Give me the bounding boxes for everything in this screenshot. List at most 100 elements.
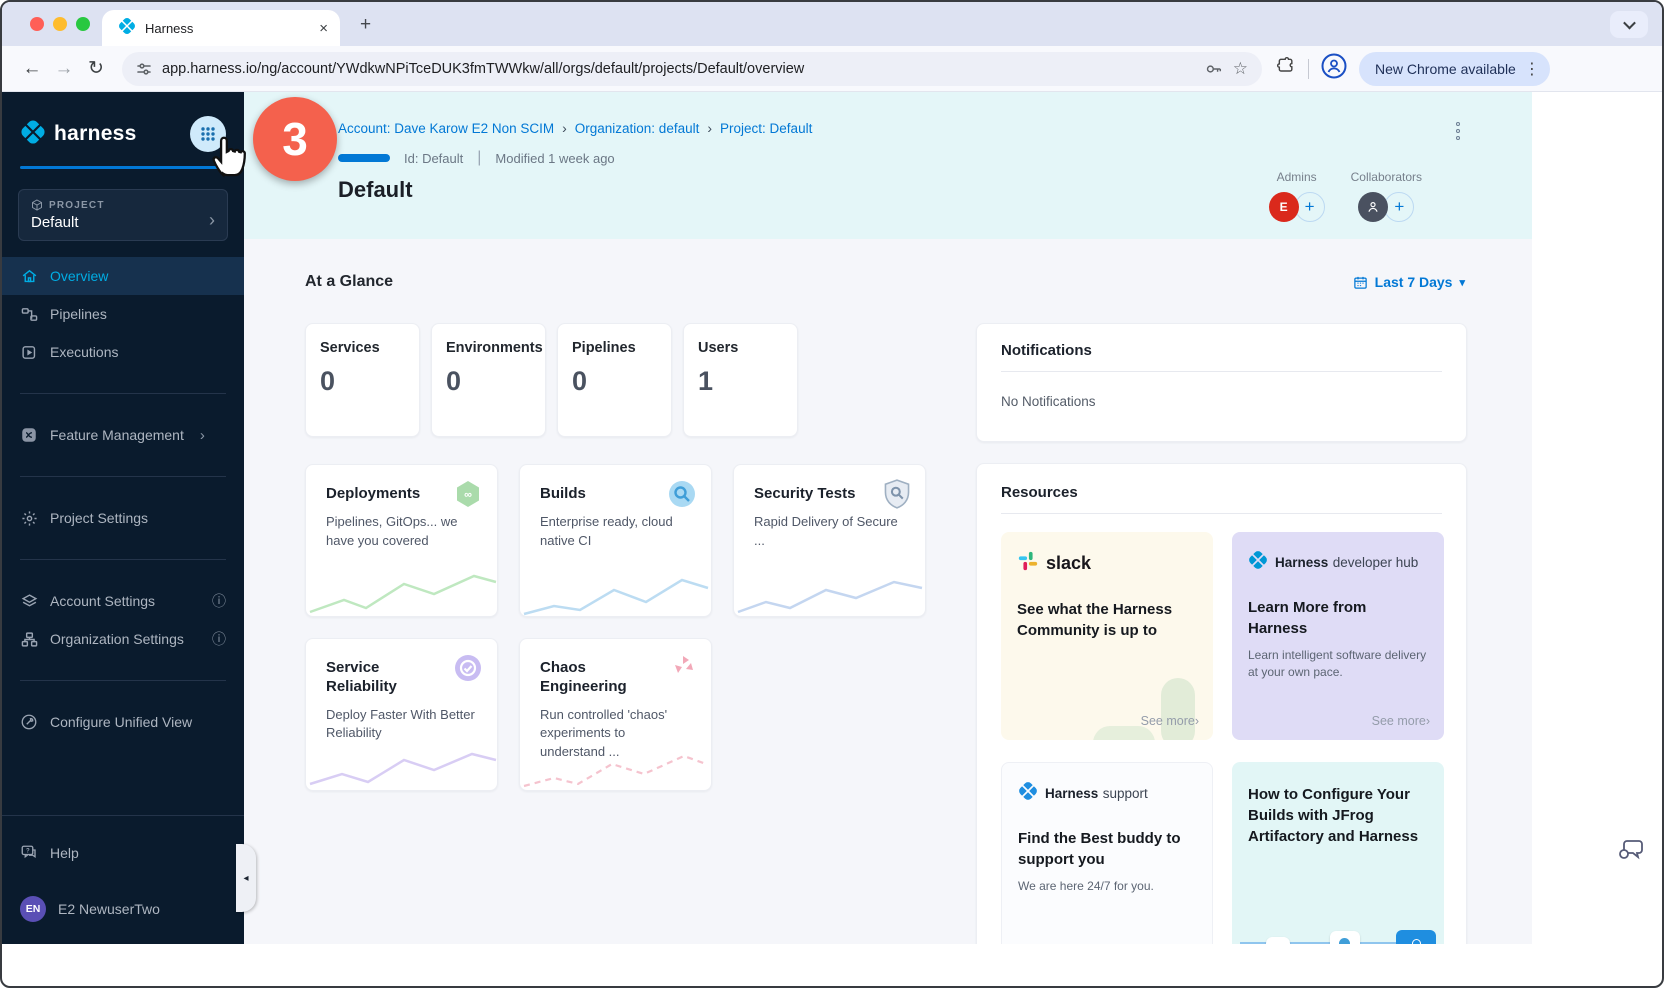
stat-value: 0 xyxy=(572,366,657,397)
admins-group: Admins E + xyxy=(1269,170,1325,222)
svg-text:∞: ∞ xyxy=(464,489,472,501)
add-collaborator-button[interactable]: + xyxy=(1384,192,1414,222)
minimize-window-button[interactable] xyxy=(53,17,67,31)
harness-logo-icon xyxy=(20,119,46,150)
url-bar[interactable]: app.harness.io/ng/account/YWdkwNPiTceDUK… xyxy=(122,52,1262,86)
sidebar-item-help[interactable]: ? Help xyxy=(2,834,244,872)
close-window-button[interactable] xyxy=(30,17,44,31)
header-options-menu-icon[interactable] xyxy=(1456,122,1460,140)
admin-avatar[interactable]: E xyxy=(1269,192,1299,222)
site-settings-icon[interactable] xyxy=(136,61,152,77)
module-card-deployments[interactable]: Deployments Pipelines, GitOps... we have… xyxy=(305,464,498,617)
browser-toolbar: ← → ↻ app.harness.io/ng/account/YWdkwNPi… xyxy=(2,46,1662,92)
info-icon[interactable]: ⓘ xyxy=(212,629,226,649)
extensions-puzzle-icon[interactable] xyxy=(1276,56,1296,81)
new-tab-button[interactable]: + xyxy=(360,14,371,36)
help-chat-icon: ? xyxy=(20,844,38,862)
sidebar-item-label: Help xyxy=(50,845,79,861)
breadcrumb-project-link[interactable]: Project: Default xyxy=(720,121,812,136)
service-reliability-icon xyxy=(453,653,483,688)
stat-value: 0 xyxy=(446,366,531,397)
stat-value: 0 xyxy=(320,366,405,397)
zoom-window-button[interactable] xyxy=(76,17,90,31)
sidebar-item-executions[interactable]: Executions xyxy=(2,333,244,371)
module-card-service-reliability[interactable]: Service Reliability Deploy Faster With B… xyxy=(305,638,498,791)
chrome-menu-icon[interactable]: ⋮ xyxy=(1524,59,1540,79)
module-title: Security Tests xyxy=(754,485,874,504)
sidebar-item-label: Executions xyxy=(50,344,118,360)
resource-heading: Learn More from Harness xyxy=(1248,597,1428,639)
harness-logo-text: harness xyxy=(54,122,182,146)
sidebar-item-feature-management[interactable]: Feature Management › xyxy=(2,416,244,454)
resource-card-slack[interactable]: slack See what the Harness Community is … xyxy=(1001,532,1213,740)
chat-support-icon[interactable] xyxy=(1618,837,1644,866)
slack-watermark xyxy=(1161,678,1195,740)
url-text[interactable]: app.harness.io/ng/account/YWdkwNPiTceDUK… xyxy=(162,61,1195,77)
profile-icon[interactable] xyxy=(1321,53,1347,84)
date-range-dropdown[interactable]: Last 7 Days ▾ xyxy=(1353,274,1465,290)
module-desc: Deploy Faster With Better Reliability xyxy=(326,706,476,744)
module-desc: Enterprise ready, cloud native CI xyxy=(540,513,690,551)
back-button[interactable]: ← xyxy=(16,53,48,85)
browser-window: Harness × + ← → ↻ app.harness.io/ng/acco… xyxy=(0,0,1664,988)
resource-card-jfrog[interactable]: How to Configure Your Builds with JFrog … xyxy=(1232,762,1444,944)
sidebar-item-organization-settings[interactable]: Organization Settings ⓘ xyxy=(2,620,244,658)
tab-strip: Harness × + xyxy=(2,2,1662,46)
project-id-label: Id: Default xyxy=(404,151,463,166)
main-area: Account: Dave Karow E2 Non SCIM › Organi… xyxy=(244,92,1662,944)
project-selector[interactable]: PROJECT Default › xyxy=(18,189,228,241)
devhub-brand-rest: developer hub xyxy=(1333,555,1419,570)
cube-icon xyxy=(31,199,43,211)
stat-card-users[interactable]: Users 1 xyxy=(683,323,798,437)
toolbar-right: New Chrome available ⋮ xyxy=(1276,52,1550,86)
wrench-circle-icon xyxy=(20,713,38,731)
chrome-update-button[interactable]: New Chrome available ⋮ xyxy=(1359,52,1550,86)
breadcrumb-account-link[interactable]: Account: Dave Karow E2 Non SCIM xyxy=(338,121,554,136)
resource-heading: See what the Harness Community is up to xyxy=(1017,599,1197,641)
add-admin-button[interactable]: + xyxy=(1295,192,1325,222)
stat-label: Users xyxy=(698,340,783,356)
resource-card-support[interactable]: Harness support Find the Best buddy to s… xyxy=(1001,762,1213,944)
hand-cursor-icon xyxy=(206,130,252,185)
tab-search-button[interactable] xyxy=(1610,11,1648,38)
notifications-title: Notifications xyxy=(1001,342,1442,359)
info-icon[interactable]: ⓘ xyxy=(212,591,226,611)
bookmark-star-icon[interactable]: ☆ xyxy=(1233,59,1248,79)
breadcrumb-organization-link[interactable]: Organization: default xyxy=(575,121,700,136)
resource-desc: We are here 24/7 for you. xyxy=(1018,878,1196,895)
project-kicker-label: PROJECT xyxy=(49,200,105,211)
chrome-update-label: New Chrome available xyxy=(1375,61,1516,77)
sidebar-item-project-settings[interactable]: Project Settings xyxy=(2,499,244,537)
resource-card-developer-hub[interactable]: Harness developer hub Learn More from Ha… xyxy=(1232,532,1444,740)
sidebar-collapse-handle[interactable]: ◂ xyxy=(236,844,256,912)
notifications-panel: Notifications No Notifications xyxy=(976,323,1467,442)
date-range-label: Last 7 Days xyxy=(1375,274,1453,290)
sidebar-item-pipelines[interactable]: Pipelines xyxy=(2,295,244,333)
reload-button[interactable]: ↻ xyxy=(80,53,112,85)
browser-tab[interactable]: Harness × xyxy=(102,10,340,46)
chevron-right-icon: › xyxy=(1426,714,1430,728)
module-card-chaos-engineering[interactable]: Chaos Engineering Run controlled 'chaos'… xyxy=(519,638,712,791)
collaborators-group: Collaborators + xyxy=(1351,170,1422,222)
forward-button[interactable]: → xyxy=(48,53,80,85)
see-more-link[interactable]: See more› xyxy=(1372,714,1430,728)
harness-logo-icon xyxy=(1248,550,1268,575)
chevron-down-icon xyxy=(1623,17,1636,30)
module-card-security-tests[interactable]: Security Tests Rapid Delivery of Secure … xyxy=(733,464,926,617)
sidebar-divider xyxy=(20,680,226,681)
see-more-link[interactable]: See more› xyxy=(1141,714,1199,728)
password-key-icon[interactable] xyxy=(1205,60,1223,78)
sidebar-item-configure-unified-view[interactable]: Configure Unified View xyxy=(2,703,244,741)
module-title: Builds xyxy=(540,485,660,504)
devhub-brand-bold: Harness xyxy=(1275,555,1328,570)
stat-card-pipelines[interactable]: Pipelines 0 xyxy=(557,323,672,437)
collaborator-avatar-person-icon[interactable] xyxy=(1358,192,1388,222)
stat-card-services[interactable]: Services 0 xyxy=(305,323,420,437)
sidebar-user[interactable]: EN E2 NewuserTwo xyxy=(2,890,244,928)
stat-card-environments[interactable]: Environments 0 xyxy=(431,323,546,437)
sidebar-item-overview[interactable]: Overview xyxy=(2,257,244,295)
tab-close-icon[interactable]: × xyxy=(319,21,328,36)
sidebar-item-account-settings[interactable]: Account Settings ⓘ xyxy=(2,582,244,620)
stat-label: Services xyxy=(320,340,405,356)
module-card-builds[interactable]: Builds Enterprise ready, cloud native CI xyxy=(519,464,712,617)
